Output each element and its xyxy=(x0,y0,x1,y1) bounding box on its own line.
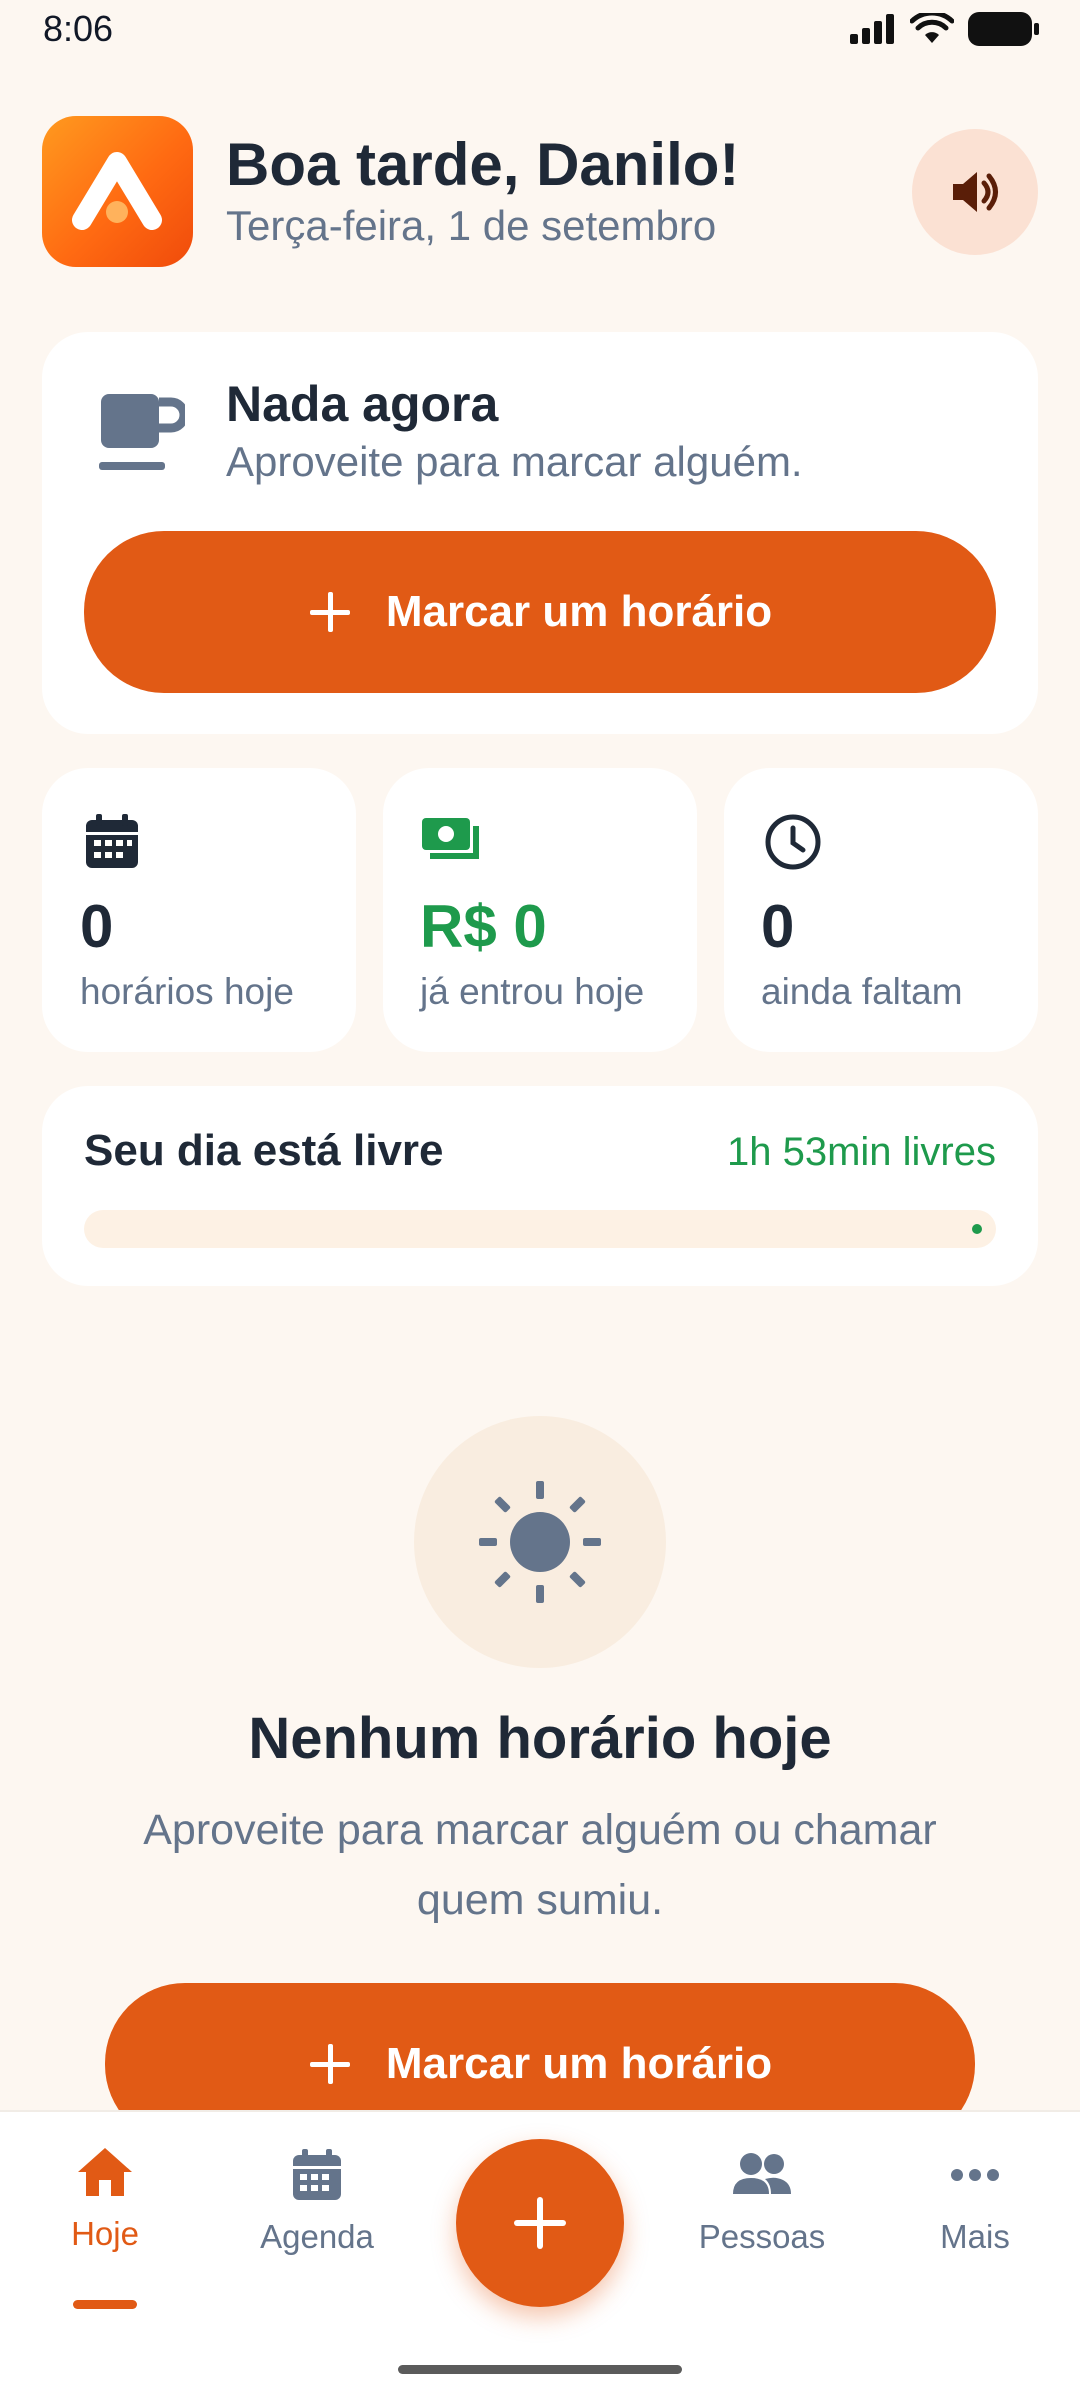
nav-label-pessoas: Pessoas xyxy=(698,2218,826,2255)
nav-label-mais: Mais xyxy=(940,2218,1010,2255)
stat-label-appointments: horários hoje xyxy=(80,971,294,1012)
sun-icon xyxy=(479,1481,601,1603)
stat-label-remaining: ainda faltam xyxy=(761,971,963,1012)
plus-icon xyxy=(309,2044,350,2084)
stat-value-appointments: 0 xyxy=(80,893,114,960)
battery-icon xyxy=(968,12,1039,46)
people-icon xyxy=(733,2153,791,2194)
stat-value-remaining: 0 xyxy=(761,893,795,960)
empty-state-title: Nenhum horário hoje xyxy=(248,1706,832,1771)
coffee-cup-icon xyxy=(95,390,189,481)
free-day-card xyxy=(42,1086,1038,1286)
stat-value-income: R$ 0 xyxy=(420,893,547,960)
calendar-icon xyxy=(83,812,141,875)
status-icons xyxy=(850,12,1040,46)
wifi-icon xyxy=(910,13,954,43)
home-indicator[interactable] xyxy=(398,2365,682,2374)
stat-label-income: já entrou hoje xyxy=(420,971,645,1012)
nav-item-agenda[interactable]: Agenda xyxy=(227,2148,407,2256)
nav-active-indicator xyxy=(73,2300,137,2309)
add-fab-button[interactable] xyxy=(456,2139,624,2307)
speaker-icon xyxy=(953,172,998,212)
day-progress-indicator xyxy=(972,1224,982,1234)
calendar-icon xyxy=(293,2149,341,2200)
plus-icon xyxy=(309,592,350,632)
schedule-button-label: Marcar um horário xyxy=(385,587,773,636)
sound-toggle-button[interactable] xyxy=(912,129,1038,255)
free-day-title: Seu dia está livre xyxy=(84,1126,444,1175)
app-logo-icon xyxy=(42,116,193,267)
nav-item-mais[interactable]: Mais xyxy=(885,2148,1065,2256)
schedule-button[interactable]: Marcar um horário xyxy=(84,531,996,693)
nav-item-hoje[interactable]: Hoje xyxy=(15,2145,195,2253)
now-subtitle: Aproveite para marcar alguém. xyxy=(226,438,803,485)
more-dots-icon xyxy=(951,2169,999,2181)
current-date: Terça-feira, 1 de setembro xyxy=(226,202,717,249)
clock-icon xyxy=(763,812,823,877)
empty-state-button-label: Marcar um horário xyxy=(385,2039,773,2088)
day-progress-track xyxy=(84,1210,996,1248)
free-time-label: 1h 53min livres xyxy=(726,1130,996,1174)
money-icon xyxy=(420,812,486,875)
now-title: Nada agora xyxy=(226,376,499,432)
signal-icon xyxy=(850,14,894,44)
nav-label-agenda: Agenda xyxy=(260,2218,374,2255)
plus-icon xyxy=(514,2197,566,2249)
home-icon xyxy=(78,2148,132,2196)
greeting-title: Boa tarde, Danilo! xyxy=(226,131,740,198)
sun-icon-circle xyxy=(414,1416,666,1668)
nav-label-hoje: Hoje xyxy=(71,2215,139,2252)
status-time: 8:06 xyxy=(43,8,114,49)
nav-item-pessoas[interactable]: Pessoas xyxy=(672,2148,852,2256)
empty-state-subtitle: Aproveite para marcar alguém ou chamar q… xyxy=(143,1806,937,1924)
